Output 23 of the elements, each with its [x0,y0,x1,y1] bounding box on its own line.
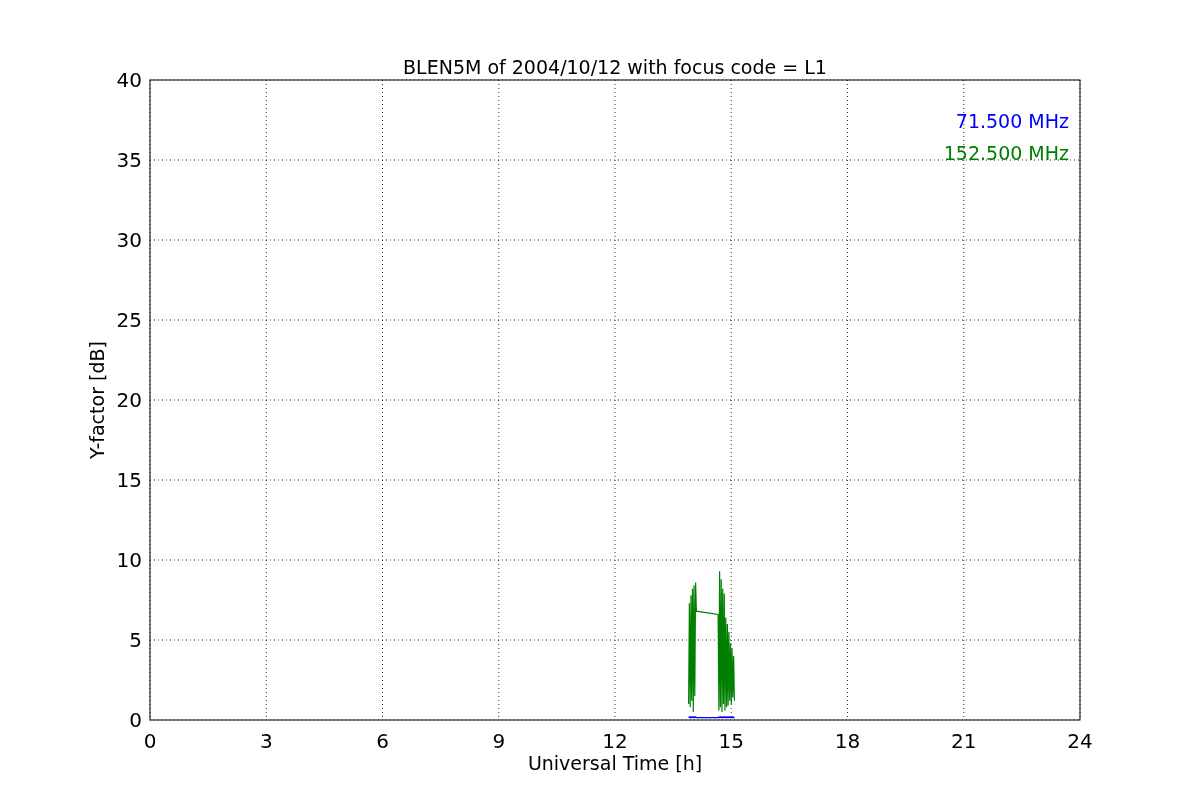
y-tick-label: 15 [116,468,142,492]
y-tick-label: 35 [116,148,142,172]
x-tick-label: 21 [951,729,977,753]
legend-label: 152.500 MHz [943,142,1069,164]
y-tick-label: 5 [129,628,142,652]
chart-title: BLEN5M of 2004/10/12 with focus code = L1 [403,56,827,78]
y-tick-label: 20 [116,388,142,412]
x-tick-label: 3 [259,729,273,753]
legend-label: 71.500 MHz [955,110,1069,132]
x-tick-label: 15 [718,729,744,753]
x-tick-label: 6 [376,729,389,753]
y-tick-label: 30 [116,228,142,252]
x-tick-label: 12 [602,729,628,753]
y-axis-label: Y-factor [dB] [86,341,108,459]
x-tick-label: 18 [834,729,861,753]
x-tick-label: 0 [143,729,157,753]
y-tick-label: 10 [116,548,142,572]
x-tick-label: 24 [1067,729,1093,753]
y-tick-label: 0 [129,708,142,732]
x-axis-label: Universal Time [h] [527,752,703,774]
y-tick-label: 25 [116,308,142,332]
y-tick-label: 40 [116,68,142,92]
x-tick-label: 9 [492,729,506,753]
